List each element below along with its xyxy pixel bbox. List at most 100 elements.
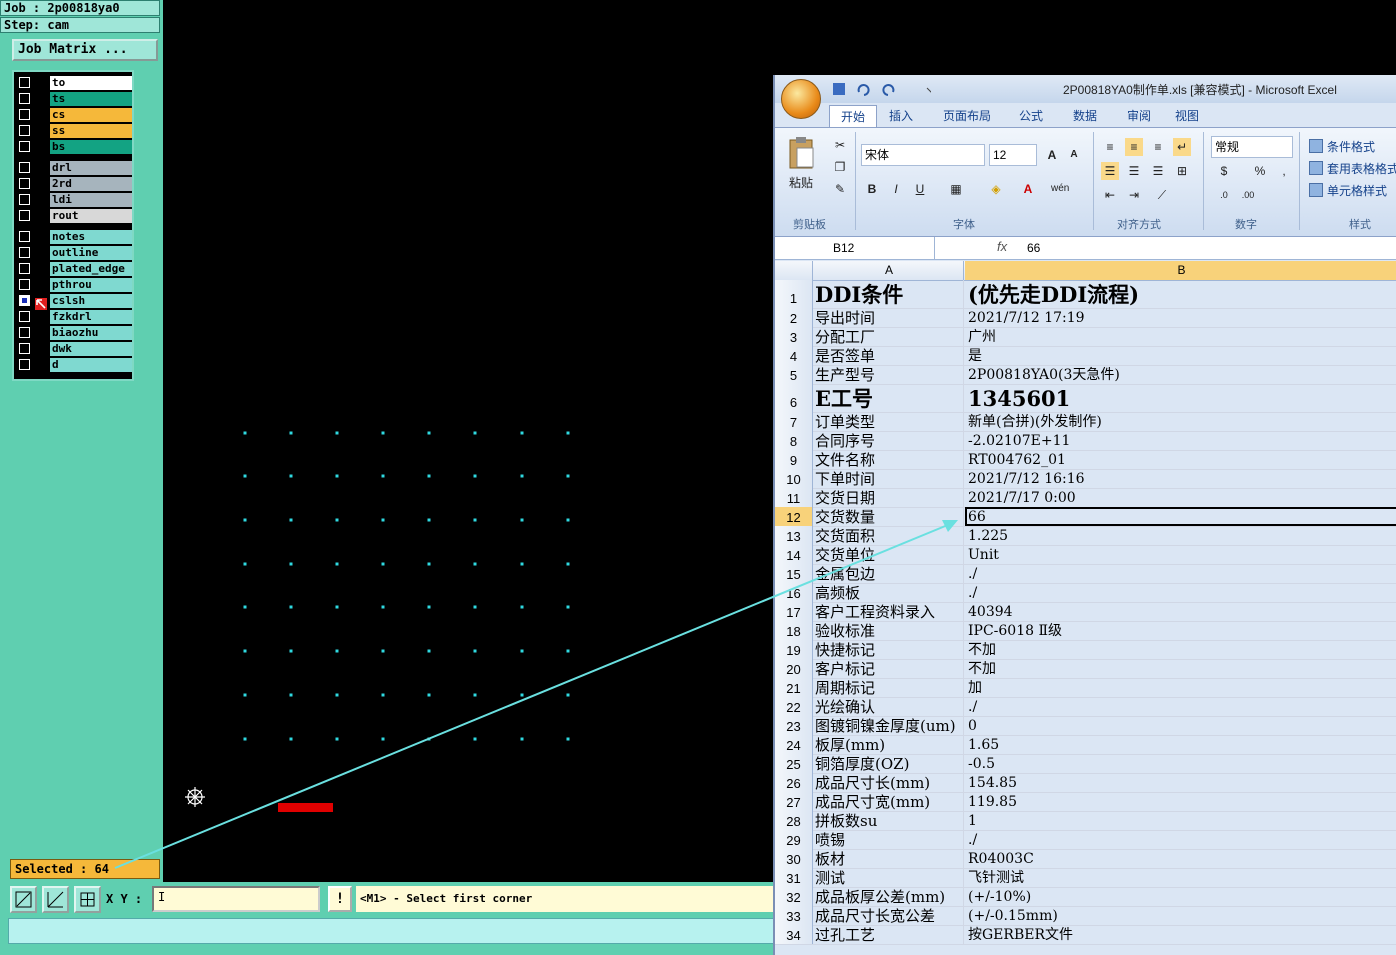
cell-a[interactable]: E工号	[815, 384, 964, 412]
layer-name[interactable]: cs	[50, 108, 132, 122]
layer-checkbox[interactable]	[19, 295, 30, 306]
formula-input[interactable]: 66	[1027, 237, 1040, 259]
cell-a[interactable]: 分配工厂	[815, 327, 964, 346]
layer-row-ss[interactable]: ss	[16, 124, 132, 138]
decrease-indent-icon[interactable]: ⇤	[1101, 186, 1119, 204]
layer-row-cslsh[interactable]: cslsh	[16, 294, 132, 310]
cell-a[interactable]: 交货数量	[815, 507, 964, 526]
font-color-icon[interactable]: A	[1019, 180, 1037, 198]
undo-icon[interactable]	[857, 84, 870, 96]
job-matrix-button[interactable]: Job Matrix ...	[12, 39, 158, 61]
comma-icon[interactable]: ,	[1275, 162, 1293, 180]
cell-a[interactable]: 光绘确认	[815, 697, 964, 716]
cell-b[interactable]: 119.85	[965, 792, 1396, 811]
row-number[interactable]: 10	[775, 469, 813, 488]
tab-item[interactable]: 数据	[1073, 105, 1097, 127]
cell-b[interactable]: RT004762_01	[965, 450, 1396, 469]
font-size-select[interactable]: 12	[989, 144, 1037, 166]
cell-b[interactable]: Unit	[965, 545, 1396, 564]
percent-icon[interactable]: %	[1251, 162, 1269, 180]
increase-decimal-icon[interactable]: .0	[1215, 186, 1233, 204]
tab-item[interactable]: 插入	[889, 105, 913, 127]
layer-name[interactable]: biaozhu	[50, 326, 132, 340]
row-number[interactable]: 16	[775, 583, 813, 602]
fill-color-icon[interactable]: ◈	[987, 180, 1005, 198]
bold-icon[interactable]: B	[863, 180, 881, 198]
cell-b[interactable]: 1345601	[965, 384, 1396, 412]
row-number[interactable]: 27	[775, 792, 813, 811]
alert-button[interactable]: !	[328, 886, 352, 912]
layer-checkbox[interactable]	[19, 194, 30, 205]
align-right-icon[interactable]: ☰	[1149, 162, 1167, 180]
layer-name[interactable]: plated_edge	[50, 262, 132, 276]
layer-row-notes[interactable]: notes	[16, 230, 132, 244]
row-number[interactable]: 26	[775, 773, 813, 792]
layer-name[interactable]: 2rd	[50, 177, 132, 191]
font-name-select[interactable]: 宋体	[861, 144, 985, 166]
cell-b[interactable]: 2021/7/12 16:16	[965, 469, 1396, 488]
layer-row-drl[interactable]: drl	[16, 161, 132, 175]
cell-b[interactable]: 不加	[965, 659, 1396, 678]
shrink-font-icon[interactable]: A	[1065, 146, 1083, 164]
cell-a[interactable]: 客户工程资料录入	[815, 602, 964, 621]
layer-row-cs[interactable]: cs	[16, 108, 132, 122]
layer-checkbox[interactable]	[19, 343, 30, 354]
row-number[interactable]: 23	[775, 716, 813, 735]
cell-a[interactable]: 金属包边	[815, 564, 964, 583]
paste-icon[interactable]	[787, 136, 817, 170]
cell-b[interactable]: 广州	[965, 327, 1396, 346]
cell-a[interactable]: 图镀铜镍金厚度(um)	[815, 716, 964, 735]
layer-checkbox[interactable]	[19, 210, 30, 221]
save-icon[interactable]	[833, 83, 845, 95]
underline-icon[interactable]: U	[911, 180, 929, 198]
layer-name[interactable]: ldi	[50, 193, 132, 207]
xy-coordinate-input[interactable]: I	[152, 886, 320, 912]
cell-b[interactable]: IPC-6018 Ⅱ级	[965, 621, 1396, 640]
row-number[interactable]: 7	[775, 412, 813, 431]
row-number[interactable]: 30	[775, 849, 813, 868]
layer-checkbox[interactable]	[19, 162, 30, 173]
tab-item[interactable]: 页面布局	[943, 105, 991, 127]
row-number[interactable]: 22	[775, 697, 813, 716]
name-box[interactable]: B12	[775, 237, 935, 259]
row-number[interactable]: 34	[775, 925, 813, 944]
layer-row-ldi[interactable]: ldi	[16, 193, 132, 207]
italic-icon[interactable]: I	[887, 180, 905, 198]
decrease-decimal-icon[interactable]: .00	[1239, 186, 1257, 204]
layer-row-plated_edge[interactable]: plated_edge	[16, 262, 132, 276]
layer-row-outline[interactable]: outline	[16, 246, 132, 260]
row-number[interactable]: 6	[775, 384, 813, 412]
tab-home[interactable]: 开始	[829, 105, 877, 128]
cell-a[interactable]: 下单时间	[815, 469, 964, 488]
align-bottom-icon[interactable]: ≡	[1149, 138, 1167, 156]
cell-b[interactable]: R04003C	[965, 849, 1396, 868]
align-top-icon[interactable]: ≡	[1101, 138, 1119, 156]
cell-a[interactable]: 成品尺寸长(mm)	[815, 773, 964, 792]
cell-b[interactable]: 154.85	[965, 773, 1396, 792]
cell-b[interactable]: 1	[965, 811, 1396, 830]
cell-a[interactable]: 合同序号	[815, 431, 964, 450]
border-icon[interactable]: ▦	[947, 180, 965, 198]
layer-checkbox[interactable]	[19, 178, 30, 189]
merge-icon[interactable]: ⊞	[1173, 162, 1191, 180]
layer-checkbox[interactable]	[19, 263, 30, 274]
tab-item[interactable]: 审阅	[1127, 105, 1151, 127]
layer-name[interactable]: notes	[50, 230, 132, 244]
cell-b[interactable]: ./	[965, 830, 1396, 849]
layer-name[interactable]: cslsh	[50, 294, 132, 308]
layer-row-ts[interactable]: ts	[16, 92, 132, 106]
layer-row-rout[interactable]: rout	[16, 209, 132, 223]
increase-indent-icon[interactable]: ⇥	[1125, 186, 1143, 204]
layer-checkbox[interactable]	[19, 279, 30, 290]
cell-b[interactable]: 2021/7/17 0:00	[965, 488, 1396, 507]
cell-b[interactable]: (+/-0.15mm)	[965, 906, 1396, 925]
cell-a[interactable]: 周期标记	[815, 678, 964, 697]
row-number[interactable]: 28	[775, 811, 813, 830]
style-button[interactable]: 套用表格格式	[1327, 160, 1396, 177]
row-number[interactable]: 17	[775, 602, 813, 621]
layer-row-biaozhu[interactable]: biaozhu	[16, 326, 132, 340]
row-number[interactable]: 14	[775, 545, 813, 564]
row-number[interactable]: 20	[775, 659, 813, 678]
layer-name[interactable]: pthrou	[50, 278, 132, 292]
cell-b[interactable]: 加	[965, 678, 1396, 697]
